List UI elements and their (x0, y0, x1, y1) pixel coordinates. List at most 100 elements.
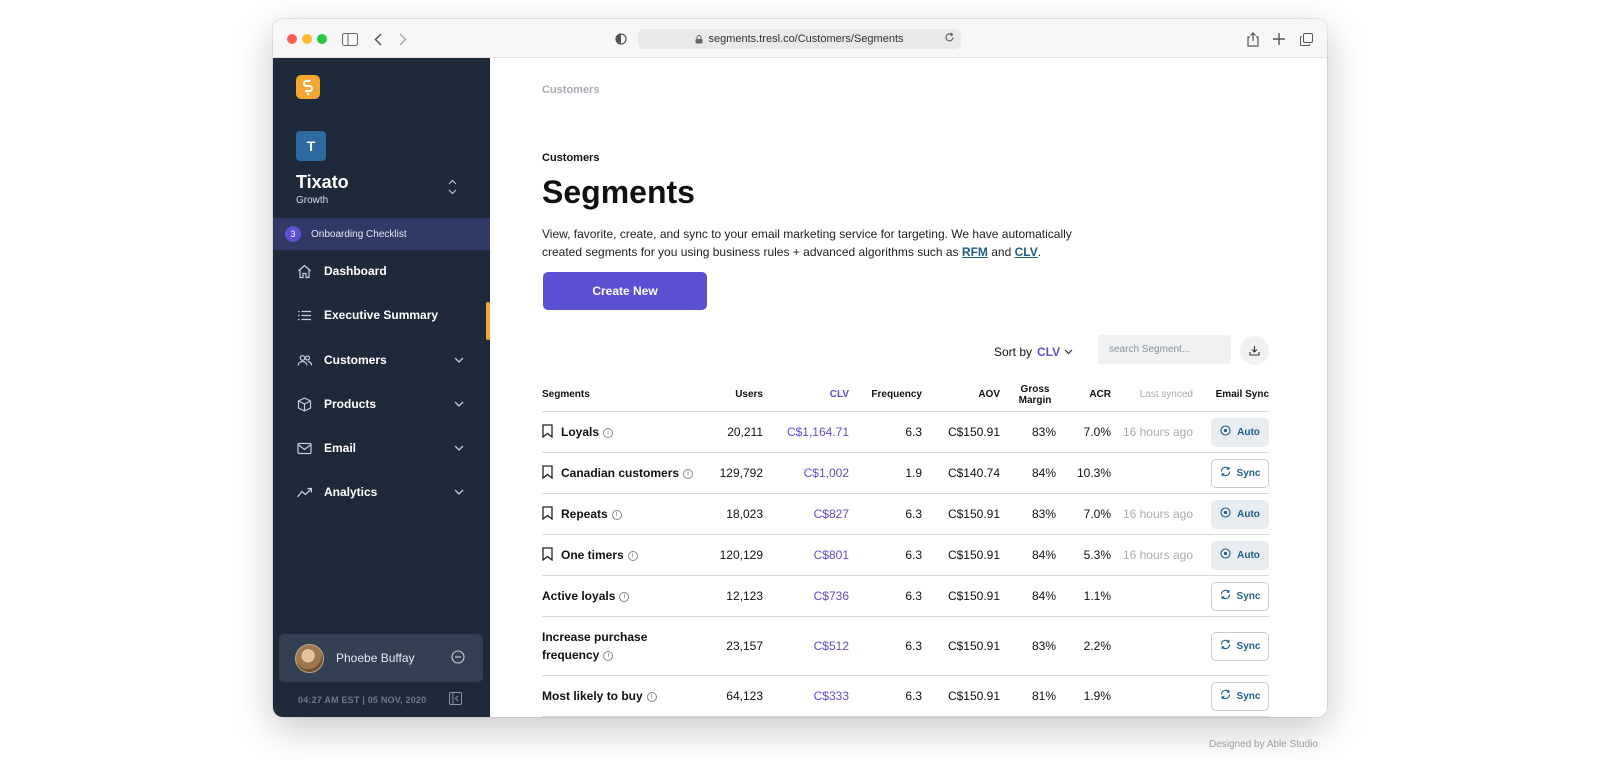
sidebar-toggle-icon[interactable] (341, 30, 359, 48)
clv-cell: C$512 (813, 639, 849, 653)
table-row[interactable]: Most likely to buy i 64,123 C$333 6.3 C$150.9… (542, 676, 1269, 717)
create-new-button[interactable]: Create New (543, 272, 707, 310)
auto-sync-button[interactable]: Auto (1211, 417, 1269, 447)
auto-sync-button[interactable]: Auto (1211, 499, 1269, 529)
auto-sync-button[interactable]: Auto (1211, 540, 1269, 570)
info-icon[interactable]: i (603, 650, 614, 661)
header-users[interactable]: Users (707, 389, 763, 400)
header-aov[interactable]: AOV (922, 389, 1000, 400)
segment-name-wrap[interactable]: Most likely to buy i (542, 689, 657, 703)
forward-icon[interactable] (394, 30, 412, 48)
aov-cell: C$150.91 (947, 689, 1000, 703)
sync-button[interactable]: Sync (1211, 631, 1269, 661)
header-gross-margin[interactable]: Gross Margin (1000, 384, 1056, 406)
users-cell: 64,123 (726, 689, 763, 703)
bookmark-icon[interactable] (542, 505, 553, 523)
sidebar-item-products[interactable]: Products (273, 386, 490, 422)
org-plan: Growth (296, 195, 329, 206)
tabs-overview-icon[interactable] (1297, 30, 1315, 48)
segment-name-wrap[interactable]: Canadian customers i (561, 466, 694, 480)
sync-button[interactable]: Sync (1211, 681, 1269, 711)
clv-cell: C$333 (813, 689, 849, 703)
table-body: Loyals i 20,211 C$1,164.71 6.3 C$150.91 83% 7.0… (542, 412, 1269, 717)
app-logo[interactable] (296, 75, 320, 99)
segment-name-wrap[interactable]: Repeats i (561, 507, 622, 521)
header-frequency[interactable]: Frequency (849, 389, 922, 400)
chevron-down-icon[interactable] (454, 441, 464, 455)
segment-name-wrap[interactable]: Loyals i (561, 425, 614, 439)
table-row[interactable]: One timers i 120,129 C$801 6.3 C$150.91 84% 5.3… (542, 535, 1269, 576)
segment-name[interactable]: Loyals (561, 425, 599, 439)
table-row[interactable]: Increase purchase frequency i 23,157 C$512 6… (542, 617, 1269, 676)
aov-cell: C$150.91 (947, 548, 1000, 562)
last-synced-cell: 16 hours ago (1122, 425, 1193, 439)
info-icon[interactable]: i (611, 509, 622, 520)
info-icon[interactable]: i (603, 427, 614, 438)
minimize-window-button[interactable] (302, 34, 312, 44)
sort-control[interactable]: Sort by CLV (994, 345, 1073, 359)
segment-name-wrap[interactable]: Active loyals i (542, 589, 630, 603)
table-row[interactable]: Repeats i 18,023 C$827 6.3 C$150.91 83% 7.0% 16 … (542, 494, 1269, 535)
onboarding-checklist[interactable]: 3 Onboarding Checklist (273, 218, 490, 250)
header-last-synced[interactable]: Last synced (1111, 389, 1193, 400)
search-input[interactable] (1098, 335, 1231, 364)
user-card[interactable]: Phoebe Buffay (279, 634, 483, 682)
header-acr[interactable]: ACR (1056, 389, 1111, 400)
address-bar[interactable]: segments.tresl.co/Customers/Segments (638, 29, 961, 49)
clv-link[interactable]: CLV (1015, 245, 1038, 259)
chevron-down-icon[interactable] (454, 397, 464, 411)
last-synced-cell: 16 hours ago (1122, 507, 1193, 521)
segment-name[interactable]: Most likely to buy (542, 689, 643, 703)
segment-name[interactable]: Repeats (561, 507, 608, 521)
gross-margin-cell: 84% (1031, 589, 1056, 603)
segment-name-wrap[interactable]: One timers i (561, 548, 638, 562)
table-row[interactable]: Loyals i 20,211 C$1,164.71 6.3 C$150.91 83% 7.0… (542, 412, 1269, 453)
acr-cell: 10.3% (1076, 466, 1111, 480)
segment-name[interactable]: One timers (561, 548, 624, 562)
sort-value: CLV (1037, 345, 1061, 359)
bookmark-icon[interactable] (542, 464, 553, 482)
bookmark-icon[interactable] (542, 423, 553, 441)
sync-button[interactable]: Sync (1211, 458, 1269, 488)
table-row[interactable]: Canadian customers i 129,792 C$1,002 1.9 C$14… (542, 453, 1269, 494)
reload-icon[interactable] (944, 32, 955, 46)
back-icon[interactable] (369, 30, 387, 48)
sidebar-item-email[interactable]: Email (273, 430, 490, 466)
collapse-sidebar-icon[interactable] (449, 692, 462, 710)
segment-name[interactable]: Canadian customers (561, 466, 679, 480)
chevron-down-icon[interactable] (454, 353, 464, 367)
sidebar-item-analytics[interactable]: Analytics (273, 474, 490, 510)
sidebar-item-customers[interactable]: Customers (273, 342, 490, 378)
sync-button[interactable]: Sync (1211, 581, 1269, 611)
privacy-shield-icon[interactable] (612, 30, 630, 48)
segment-name-wrap[interactable]: Increase purchase frequency i (542, 628, 657, 664)
page-eyebrow: Customers (542, 152, 600, 164)
maximize-window-button[interactable] (317, 34, 327, 44)
org-switcher-icon[interactable] (448, 179, 457, 200)
info-icon[interactable]: i (683, 468, 694, 479)
info-icon[interactable]: i (627, 550, 638, 561)
frequency-cell: 6.3 (905, 639, 922, 653)
share-icon[interactable] (1244, 30, 1262, 48)
header-clv[interactable]: CLV (763, 389, 849, 400)
close-window-button[interactable] (287, 34, 297, 44)
info-icon[interactable]: i (619, 591, 630, 602)
header-segments[interactable]: Segments (542, 389, 707, 400)
table-row[interactable]: Active loyals i 12,123 C$736 6.3 C$150.91 84% 1… (542, 576, 1269, 617)
org-avatar[interactable]: T (296, 131, 326, 161)
sidebar-item-dashboard[interactable]: Dashboard (273, 253, 490, 289)
sidebar-item-executive-summary[interactable]: Executive Summary (273, 297, 490, 333)
segment-name[interactable]: Increase purchase frequency (542, 630, 647, 662)
header-email-sync[interactable]: Email Sync (1193, 389, 1269, 400)
bookmark-icon[interactable] (542, 546, 553, 564)
segment-name[interactable]: Active loyals (542, 589, 615, 603)
sort-dropdown[interactable]: CLV (1037, 345, 1073, 359)
chevron-down-icon[interactable] (454, 485, 464, 499)
acr-cell: 2.2% (1083, 639, 1111, 653)
download-button[interactable] (1240, 336, 1269, 365)
info-icon[interactable]: i (646, 691, 657, 702)
breadcrumb[interactable]: Customers (542, 84, 599, 96)
rfm-link[interactable]: RFM (962, 245, 988, 259)
new-tab-icon[interactable] (1270, 30, 1288, 48)
more-options-icon[interactable] (451, 650, 465, 664)
